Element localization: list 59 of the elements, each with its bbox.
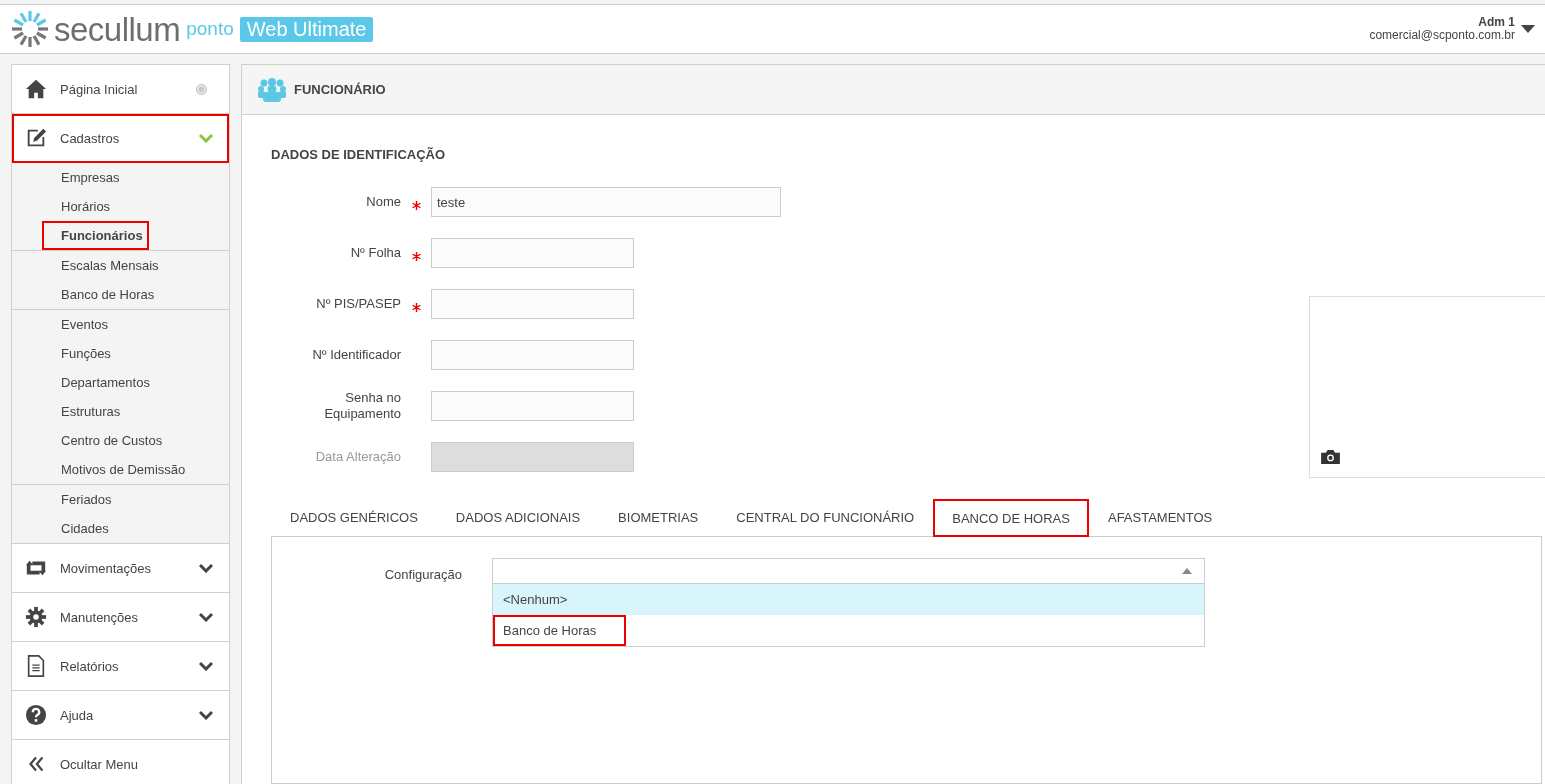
submenu-item[interactable]: Empresas (12, 163, 130, 192)
field-label: Nome (365, 194, 401, 210)
field-label: Configuração (383, 567, 462, 584)
submenu-item[interactable]: Feriados (12, 485, 122, 514)
text-field[interactable] (431, 340, 634, 370)
sidebar-item[interactable]: Movimentações (12, 544, 229, 593)
logo-icon (10, 9, 50, 49)
document-icon (25, 655, 47, 677)
users-icon (258, 77, 286, 102)
sidebar-item[interactable]: Relatórios (12, 642, 229, 691)
submenu-item[interactable]: Cidades (12, 514, 119, 543)
text-field[interactable] (431, 289, 634, 319)
submenu-item[interactable]: Funções (12, 339, 121, 368)
caret-icon[interactable] (1521, 25, 1535, 33)
tab[interactable]: CENTRAL DO FUNCIONÁRIO (717, 498, 934, 536)
tab[interactable]: DADOS GENÉRICOS (271, 498, 437, 536)
field-label: Nº PIS/PASEP (315, 296, 401, 312)
product-name: ponto (186, 18, 234, 40)
text-field[interactable] (431, 238, 634, 268)
submenu-item[interactable]: Escalas Mensais (12, 251, 169, 280)
edition-badge: Web Ultimate (239, 16, 374, 42)
user-name[interactable]: Adm 1 (1478, 16, 1515, 29)
submenu-item[interactable]: Funcionários (42, 221, 149, 250)
field-label: Nº Folha (349, 245, 401, 261)
submenu-item[interactable]: Horários (12, 192, 121, 221)
text-field[interactable] (431, 391, 634, 421)
submenu-item[interactable]: Estruturas (12, 397, 131, 426)
tab[interactable]: BANCO DE HORAS (933, 499, 1089, 537)
sidebar-item[interactable]: Página Inicial (12, 65, 229, 114)
submenu-item[interactable]: Eventos (12, 310, 118, 339)
sidebar-item[interactable]: Ajuda (12, 691, 229, 740)
submenu-item[interactable]: Departamentos (12, 368, 160, 397)
sidebar-item[interactable]: Cadastros (12, 114, 229, 163)
radio-icon (196, 83, 207, 95)
field-label: Data Alteração (314, 449, 401, 465)
caret-icon (1182, 568, 1192, 574)
home-icon (25, 78, 47, 100)
section-title: DADOS DE IDENTIFICAÇÃO (271, 147, 447, 162)
help-icon (25, 704, 47, 726)
sidebar-item[interactable]: Manutenções (12, 593, 229, 642)
camera-icon[interactable] (1321, 449, 1340, 464)
tab[interactable]: BIOMETRIAS (599, 498, 718, 536)
field-label: Nº Identificador (311, 347, 401, 363)
tab[interactable]: AFASTAMENTOS (1088, 498, 1232, 536)
sidebar-item[interactable]: Ocultar Menu (12, 740, 229, 784)
dropdown-option[interactable]: Banco de Horas (493, 615, 1204, 646)
submenu-item[interactable]: Banco de Horas (12, 280, 165, 309)
brand-name: secullum (54, 12, 181, 46)
gear-icon (25, 606, 47, 628)
dropdown-option[interactable]: <Nenhum> (493, 584, 1204, 615)
text-field[interactable]: teste (431, 187, 781, 217)
edit-icon (25, 127, 47, 149)
dropdown-field[interactable] (492, 558, 1205, 584)
user-email[interactable]: comercial@scponto.com.br (1369, 29, 1515, 42)
page-title: FUNCIONÁRIO (294, 82, 386, 97)
submenu-item[interactable]: Motivos de Demissão (12, 455, 196, 484)
tab[interactable]: DADOS ADICIONAIS (436, 498, 600, 536)
submenu-item[interactable]: Centro de Custos (12, 426, 173, 455)
field-label: Senha no Equipamento (323, 390, 401, 422)
